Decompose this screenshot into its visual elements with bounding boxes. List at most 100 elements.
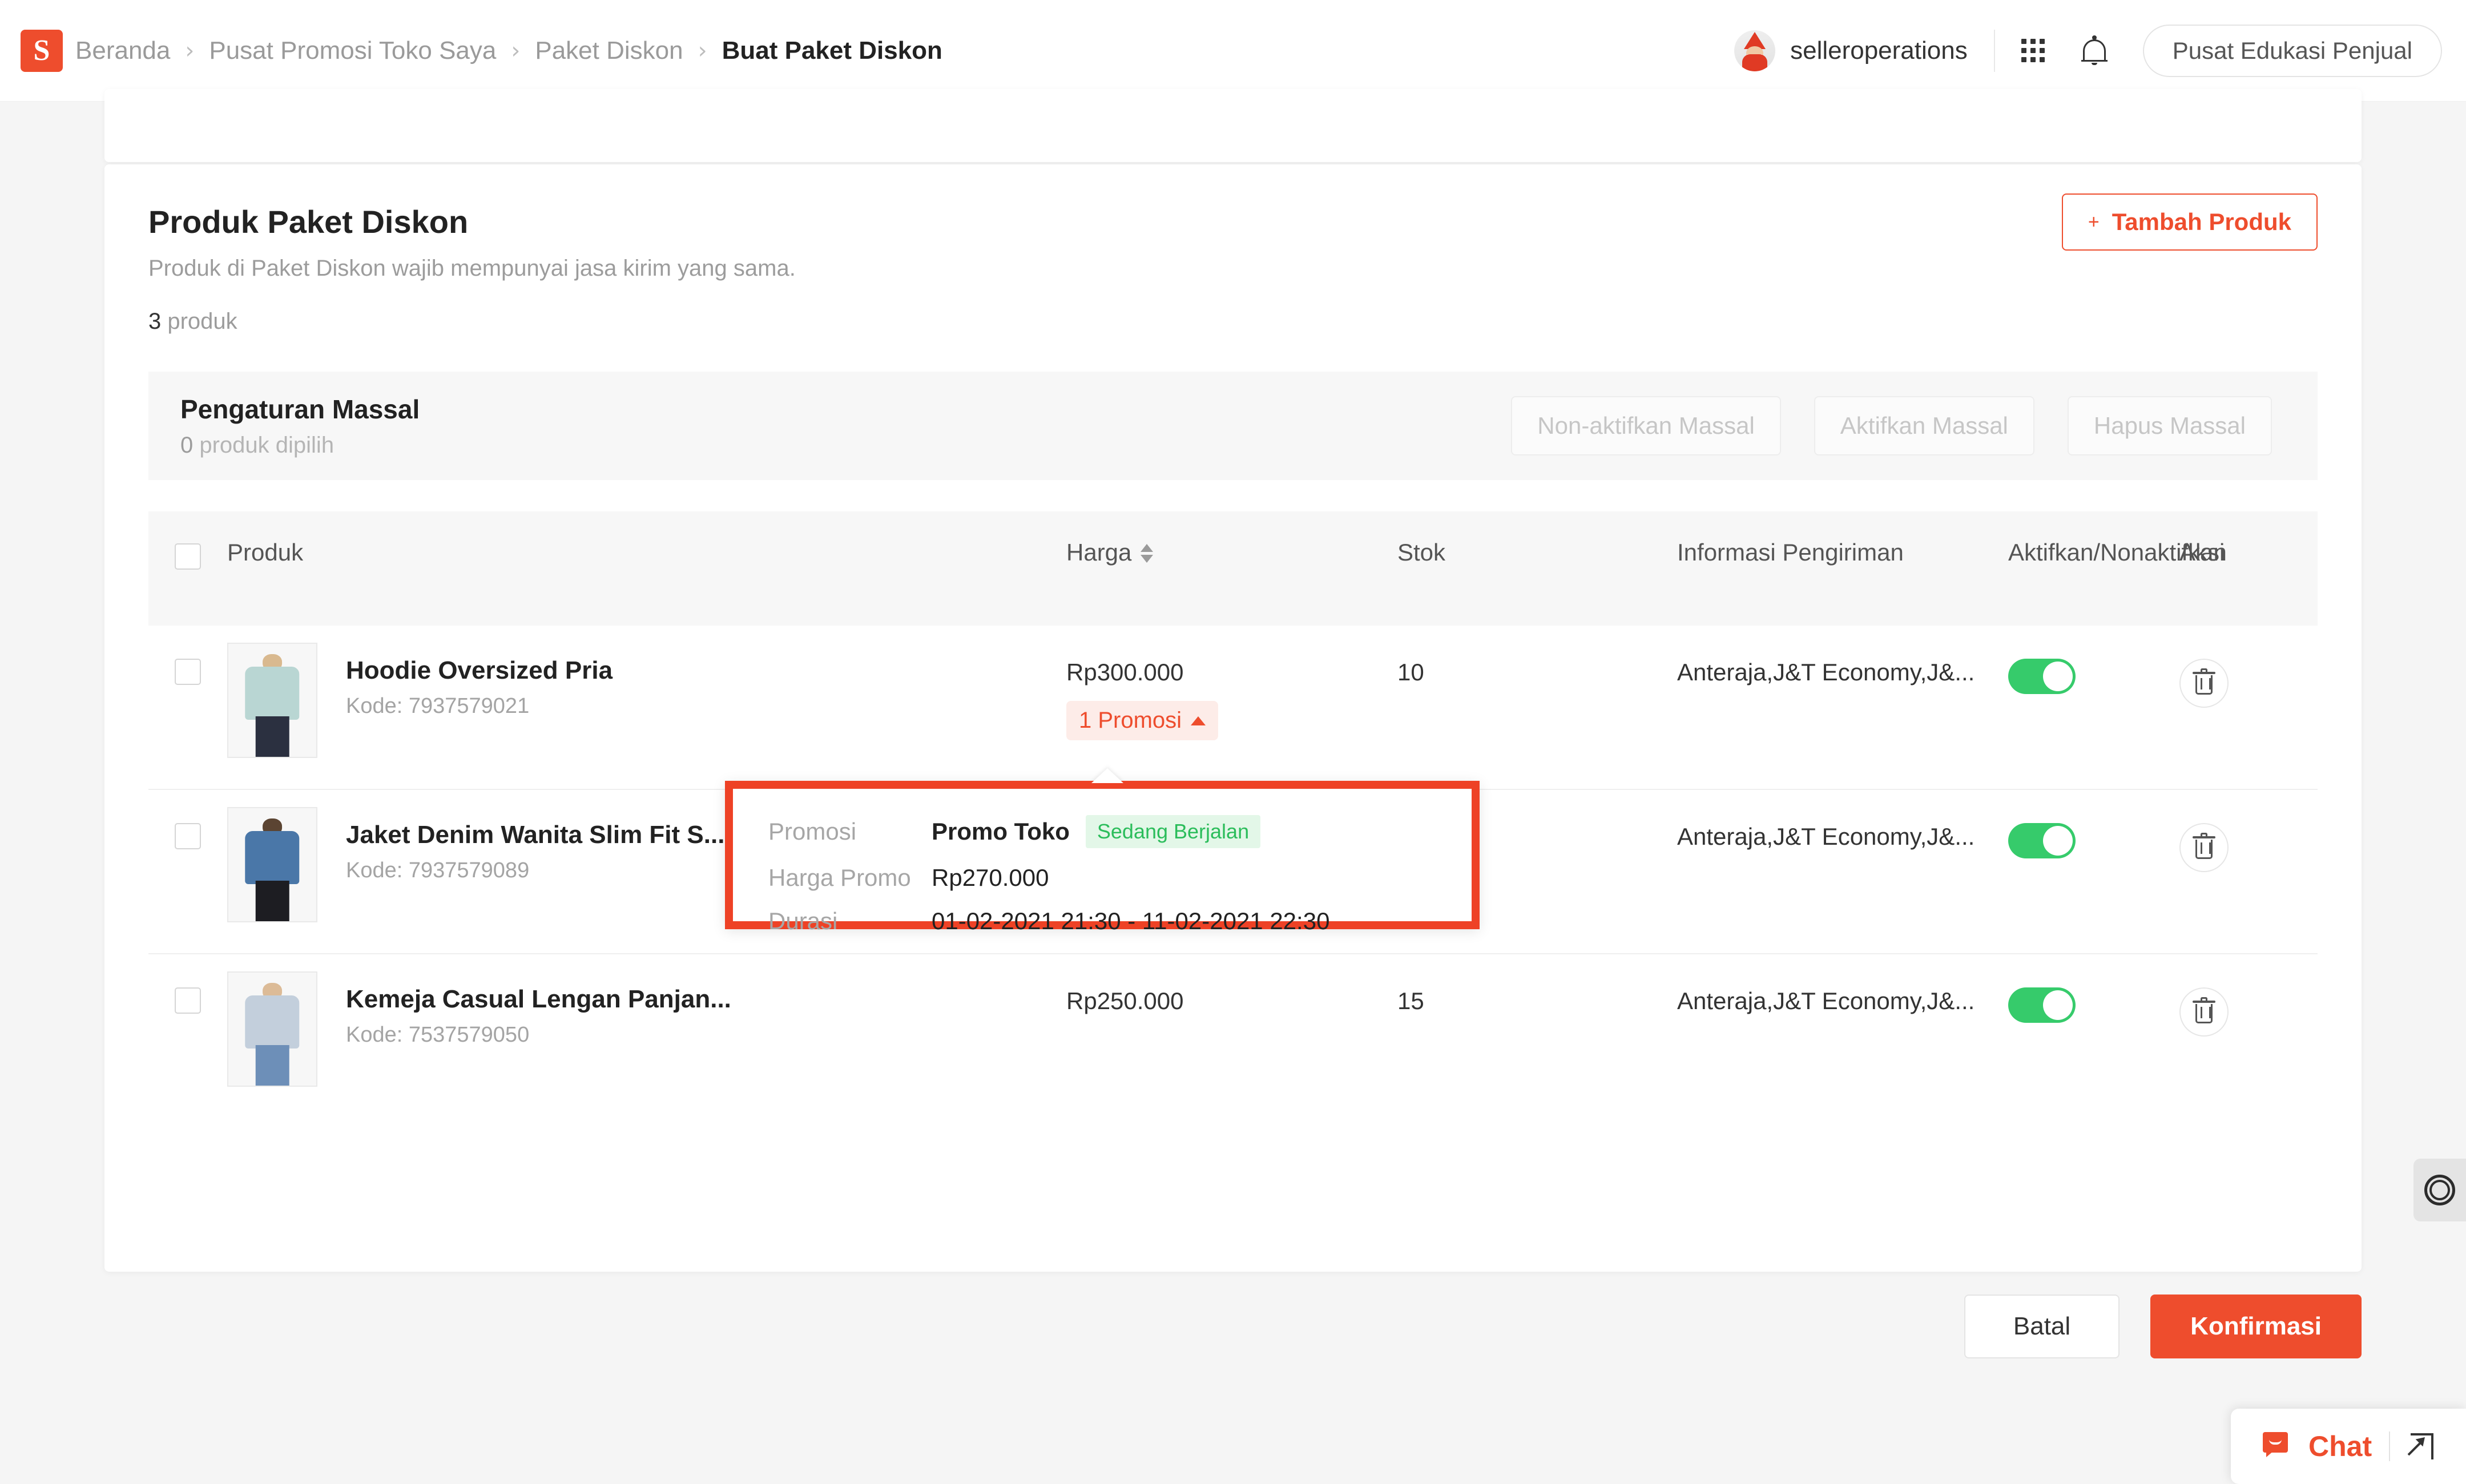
- trash-icon: [2193, 997, 2215, 1023]
- product-cell: Kemeja Casual Lengan Panjan... Kode: 753…: [227, 954, 1066, 1087]
- page-body: Produk Paket Diskon Produk di Paket Disk…: [0, 89, 2466, 1484]
- expand-popout-icon[interactable]: [2407, 1433, 2434, 1459]
- popover-row-durasi: Durasi 01-02-2021 21:30 - 11-02-2021 22:…: [768, 908, 1472, 935]
- activate-toggle[interactable]: [2008, 987, 2076, 1023]
- shipping-info: Anteraja,J&T Economy,J&...: [1677, 659, 1975, 685]
- card-subtitle: Produk di Paket Diskon wajib mempunyai j…: [148, 256, 796, 281]
- bulk-settings-title: Pengaturan Massal: [180, 394, 420, 424]
- loading-rings-icon[interactable]: [2413, 1159, 2466, 1221]
- popover-value-durasi: 01-02-2021 21:30 - 11-02-2021 22:30: [932, 908, 1330, 934]
- popover-label-durasi: Durasi: [768, 908, 838, 934]
- breadcrumb-item-paket-diskon[interactable]: Paket Diskon: [535, 37, 683, 65]
- popover-label-promosi: Promosi: [768, 818, 857, 845]
- row-select-cell: [148, 626, 227, 685]
- product-code: Kode: 7937579021: [346, 694, 530, 718]
- sort-arrows-icon[interactable]: [1141, 544, 1154, 563]
- breadcrumb-item-pusat-promosi[interactable]: Pusat Promosi Toko Saya: [209, 37, 496, 65]
- bulk-selected-label: produk dipilih: [193, 432, 335, 458]
- notification-bell-icon[interactable]: [2081, 35, 2108, 67]
- popover-value-harga-promo: Rp270.000: [932, 864, 1049, 891]
- column-header-pengiriman: Informasi Pengiriman: [1677, 539, 1904, 566]
- shipping-cell: Anteraja,J&T Economy,J&...: [1677, 790, 2008, 850]
- breadcrumb-item-beranda[interactable]: Beranda: [75, 37, 170, 65]
- product-price: Rp250.000: [1066, 987, 1184, 1014]
- popover-row-harga-promo: Harga Promo Rp270.000: [768, 864, 1472, 892]
- delete-product-button[interactable]: [2179, 987, 2229, 1037]
- chevron-right-icon: ›: [698, 37, 707, 64]
- top-header-bar: S Beranda › Pusat Promosi Toko Saya › Pa…: [0, 0, 2466, 102]
- chat-label: Chat: [2308, 1430, 2372, 1462]
- delete-product-button[interactable]: [2179, 659, 2229, 708]
- delete-product-button[interactable]: [2179, 823, 2229, 872]
- activate-toggle[interactable]: [2008, 823, 2076, 858]
- bulk-settings-text: Pengaturan Massal 0 produk dipilih: [180, 394, 420, 458]
- row-checkbox[interactable]: [175, 987, 201, 1014]
- price-cell: Rp300.000 1 Promosi: [1066, 626, 1397, 740]
- price-cell: Rp250.000: [1066, 954, 1397, 1015]
- table-row: Hoodie Oversized Pria Kode: 7937579021 R…: [148, 626, 2318, 790]
- cancel-button[interactable]: Batal: [1964, 1295, 2120, 1358]
- add-product-label: Tambah Produk: [2112, 208, 2291, 235]
- previous-card-partial: [104, 89, 2362, 162]
- activate-toggle[interactable]: [2008, 659, 2076, 694]
- table-header-row: Produk Harga Stok Informasi Pengiriman A…: [148, 511, 2318, 626]
- popover-arrow: [1091, 768, 1123, 783]
- confirm-button[interactable]: Konfirmasi: [2150, 1295, 2362, 1358]
- stock-cell: 15: [1397, 954, 1677, 1015]
- promo-count-badge[interactable]: 1 Promosi: [1066, 701, 1219, 740]
- row-checkbox[interactable]: [175, 823, 201, 849]
- bulk-activate-button[interactable]: Aktifkan Massal: [1814, 396, 2034, 455]
- chat-widget[interactable]: Chat: [2231, 1409, 2466, 1484]
- select-all-cell: [148, 539, 227, 570]
- product-count-number: 3: [148, 309, 162, 334]
- bulk-deactivate-button[interactable]: Non-aktifkan Massal: [1511, 396, 1781, 455]
- popover-value-promosi: Promo Toko: [932, 818, 1070, 845]
- select-all-checkbox[interactable]: [175, 543, 201, 570]
- annotation-highlight-box: Promosi Promo Toko Sedang Berjalan Harga…: [725, 781, 1480, 934]
- pusat-edukasi-penjual-button[interactable]: Pusat Edukasi Penjual: [2142, 24, 2442, 77]
- product-code: Kode: 7937579089: [346, 858, 530, 882]
- product-count-label: produk: [161, 309, 237, 334]
- product-thumbnail: [227, 643, 317, 758]
- product-code: Kode: 7537579050: [346, 1023, 530, 1047]
- column-header-produk: Produk: [227, 539, 304, 566]
- add-product-button[interactable]: + Tambah Produk: [2061, 193, 2318, 251]
- product-stock: 10: [1397, 659, 1424, 685]
- shipping-cell: Anteraja,J&T Economy,J&...: [1677, 626, 2008, 686]
- chevron-right-icon: ›: [511, 37, 521, 64]
- chat-divider: [2389, 1431, 2391, 1461]
- product-name[interactable]: Kemeja Casual Lengan Panjan...: [346, 985, 731, 1014]
- chevron-up-icon: [1191, 716, 1206, 725]
- toggle-cell: [2008, 626, 2179, 694]
- action-cell: [2179, 626, 2316, 708]
- bulk-delete-button[interactable]: Hapus Massal: [2067, 396, 2272, 455]
- shopee-bag-icon[interactable]: S: [21, 29, 63, 72]
- header-right-cluster: selleroperations Pusat Edukasi Penjual: [1734, 0, 2442, 101]
- breadcrumb: Beranda › Pusat Promosi Toko Saya › Pake…: [75, 37, 942, 65]
- product-count: 3 produk: [148, 309, 237, 334]
- product-stock: 15: [1397, 987, 1424, 1014]
- action-cell: [2179, 954, 2316, 1037]
- avatar[interactable]: [1734, 30, 1776, 71]
- popover-row-promosi: Promosi Promo Toko Sedang Berjalan: [768, 815, 1472, 848]
- product-name[interactable]: Jaket Denim Wanita Slim Fit S...: [346, 821, 724, 849]
- shipping-info: Anteraja,J&T Economy,J&...: [1677, 823, 1975, 850]
- bulk-selected-number: 0: [180, 432, 194, 458]
- column-header-stok: Stok: [1397, 539, 1446, 566]
- row-checkbox[interactable]: [175, 659, 201, 685]
- trash-icon: [2193, 668, 2215, 695]
- product-thumbnail: [227, 971, 317, 1087]
- row-select-cell: [148, 790, 227, 849]
- product-name[interactable]: Hoodie Oversized Pria: [346, 656, 613, 685]
- toggle-cell: [2008, 790, 2179, 858]
- table-row: Kemeja Casual Lengan Panjan... Kode: 753…: [148, 954, 2318, 1119]
- product-price: Rp300.000: [1066, 659, 1184, 685]
- column-header-harga-label: Harga: [1066, 539, 1132, 566]
- apps-grid-icon[interactable]: [2021, 39, 2045, 62]
- promo-count-label: 1 Promosi: [1079, 708, 1182, 733]
- username-label[interactable]: selleroperations: [1790, 37, 1968, 65]
- shipping-info: Anteraja,J&T Economy,J&...: [1677, 987, 1975, 1014]
- column-header-harga[interactable]: Harga: [1066, 539, 1397, 566]
- shipping-cell: Anteraja,J&T Economy,J&...: [1677, 954, 2008, 1015]
- popover-label-harga-promo: Harga Promo: [768, 864, 911, 891]
